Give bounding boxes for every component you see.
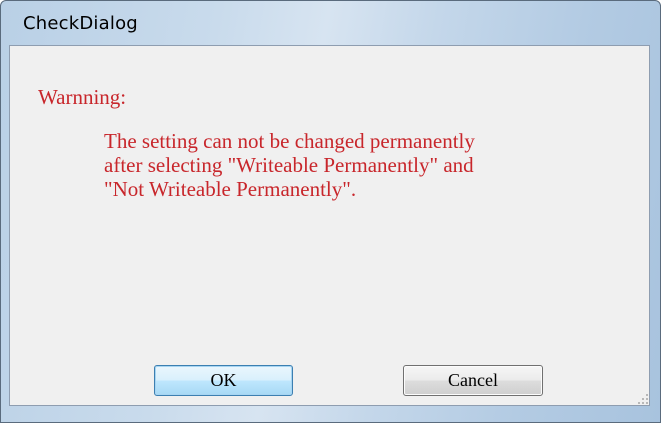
cancel-button-label: Cancel [448,370,498,390]
warning-message: The setting can not be changed permanent… [104,129,624,201]
resize-grip-icon[interactable] [636,392,648,404]
warning-line: The setting can not be changed permanent… [104,129,475,153]
window-title: CheckDialog [23,13,138,34]
warning-line: after selecting "Writeable Permanently" … [104,153,474,177]
warning-line: "Not Writeable Permanently". [104,177,357,201]
ok-button-label: OK [210,370,237,390]
ok-button[interactable]: OK [154,365,293,396]
title-bar[interactable]: CheckDialog [1,1,660,37]
warning-heading: Warnning: [38,85,127,109]
cancel-button[interactable]: Cancel [403,365,543,396]
dialog-window: CheckDialog Warnning: The setting can no… [0,0,661,423]
